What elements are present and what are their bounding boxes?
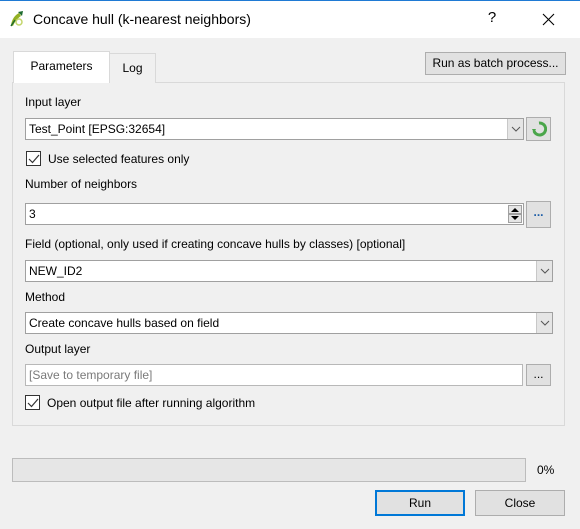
output-layer-input[interactable]: [Save to temporary file]: [25, 364, 523, 386]
spin-up-icon[interactable]: [508, 205, 522, 214]
spin-down-icon[interactable]: [508, 214, 522, 223]
iterate-refresh-icon: [531, 121, 548, 140]
chevron-down-icon[interactable]: [536, 261, 552, 281]
neighbors-more-button[interactable]: ...: [526, 201, 551, 228]
browse-label: ...: [533, 367, 544, 381]
close-icon[interactable]: [537, 9, 561, 31]
method-combo[interactable]: Create concave hulls based on field: [25, 312, 553, 334]
chevron-down-icon[interactable]: [507, 119, 523, 139]
input-layer-combo[interactable]: Test_Point [EPSG:32654]: [25, 118, 524, 140]
tab-parameters[interactable]: Parameters: [13, 51, 110, 83]
run-as-batch-button[interactable]: Run as batch process...: [425, 52, 566, 75]
iterate-button[interactable]: [526, 117, 551, 141]
progress-bar: [12, 458, 526, 482]
output-layer-placeholder: [Save to temporary file]: [29, 368, 153, 382]
input-layer-label: Input layer: [25, 95, 82, 109]
output-layer-label: Output layer: [25, 342, 91, 356]
open-output-checkbox[interactable]: [25, 395, 40, 410]
close-button[interactable]: Close: [475, 490, 565, 516]
title-bar: Concave hull (k-nearest neighbors) ?: [0, 0, 580, 38]
open-output-label: Open output file after running algorithm: [47, 396, 256, 410]
field-label: Field (optional, only used if creating c…: [25, 237, 406, 251]
neighbors-value: 3: [29, 207, 36, 221]
use-selected-checkbox[interactable]: [26, 151, 41, 166]
method-label: Method: [25, 290, 66, 304]
field-combo[interactable]: NEW_ID2: [25, 260, 553, 282]
run-button[interactable]: Run: [375, 490, 465, 516]
use-selected-label: Use selected features only: [48, 152, 190, 166]
method-value: Create concave hulls based on field: [29, 316, 220, 330]
field-value: NEW_ID2: [29, 264, 83, 278]
help-button[interactable]: ?: [482, 9, 502, 29]
qgis-logo-icon: [9, 10, 25, 28]
tab-log[interactable]: Log: [109, 53, 156, 83]
parameters-panel: Input layer Test_Point [EPSG:32654] Use …: [12, 82, 565, 426]
neighbors-label: Number of neighbors: [25, 177, 138, 191]
more-options-label: ...: [533, 205, 544, 219]
input-layer-value: Test_Point [EPSG:32654]: [29, 122, 166, 136]
output-browse-button[interactable]: ...: [526, 364, 551, 386]
chevron-down-icon[interactable]: [536, 313, 552, 333]
progress-percent: 0%: [537, 463, 555, 477]
window-title: Concave hull (k-nearest neighbors): [33, 11, 251, 27]
neighbors-spinbox[interactable]: 3: [25, 203, 524, 225]
